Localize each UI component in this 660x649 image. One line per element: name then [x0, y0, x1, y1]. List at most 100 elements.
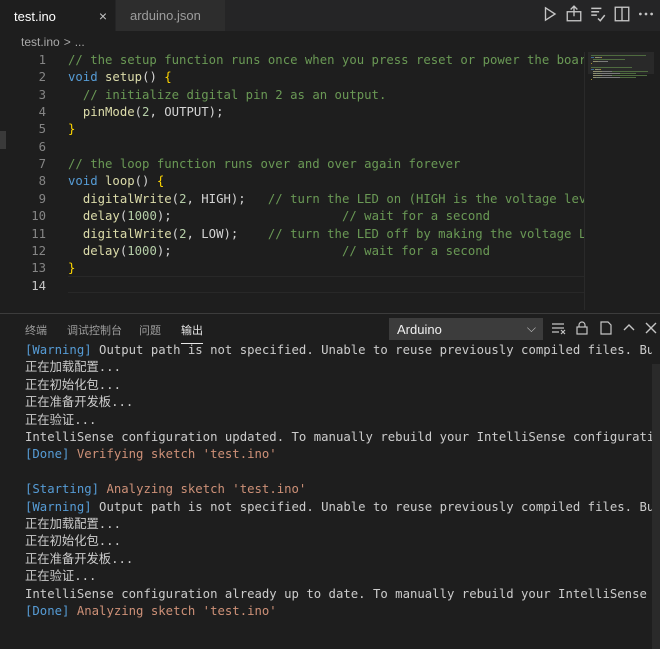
code-line: 11 digitalWrite(2, LOW); // turn the LED…: [6, 226, 584, 243]
minimap-line: [591, 69, 594, 70]
line-number: 11: [31, 226, 46, 241]
split-editor-icon[interactable]: [613, 5, 631, 25]
code-text: }: [68, 121, 75, 138]
code-text: void setup() {: [68, 69, 172, 86]
verify-icon[interactable]: [589, 5, 607, 25]
tab-problems[interactable]: 问题: [139, 322, 161, 338]
code-token: 1000: [127, 243, 157, 258]
code-token: loop: [105, 174, 135, 189]
code-token: );: [156, 243, 342, 258]
line-number: 5: [38, 122, 46, 137]
tab-arduino-json[interactable]: arduino.json: [115, 0, 225, 31]
output-token: 正在加载配置...: [25, 360, 121, 375]
code-token: , LOW);: [186, 226, 268, 241]
code-text: delay(1000); // wait for a second: [68, 208, 490, 225]
output-token: [Warning]: [25, 344, 92, 357]
close-panel-icon[interactable]: [643, 320, 659, 336]
output-line: 正在准备开发板...: [25, 394, 133, 411]
code-token: 1000: [127, 209, 157, 224]
output-token: 正在验证...: [25, 569, 97, 584]
tab-debug-console[interactable]: 调试控制台: [67, 322, 122, 338]
code-line: 6: [6, 139, 584, 156]
line-number: 1: [38, 53, 46, 67]
code-token: (: [171, 226, 180, 241]
code-token: , HIGH);: [186, 191, 268, 206]
output-token: [Done]: [25, 447, 70, 462]
tab-label: arduino.json: [130, 8, 201, 23]
minimap-line: [591, 63, 592, 64]
output-line: 正在加载配置...: [25, 516, 121, 533]
line-number: 14: [31, 278, 46, 293]
output-token: [Starting]: [25, 482, 100, 497]
code-token: {: [156, 174, 165, 189]
code-text: digitalWrite(2, LOW); // turn the LED of…: [68, 226, 584, 243]
code-line: 2 void setup() {: [6, 69, 584, 86]
minimap-line: [619, 77, 636, 78]
line-number: 12: [31, 243, 46, 258]
line-number: 4: [38, 105, 46, 120]
code-token: {: [164, 70, 172, 85]
code-line: 5}: [6, 121, 584, 138]
output-line: [Done] Analyzing sketch 'test.ino': [25, 603, 277, 620]
output-channel-select[interactable]: Arduino ⌵: [389, 318, 543, 340]
code-text: }: [68, 260, 75, 277]
code-token: pinMode: [82, 105, 135, 120]
output-line: 正在初始化包...: [25, 377, 121, 394]
minimap-line: [612, 71, 649, 72]
output-line: [Starting] Analyzing sketch 'test.ino': [25, 481, 306, 498]
breadcrumb-more[interactable]: ...: [75, 35, 85, 49]
tab-test-ino[interactable]: test.ino ×: [0, 0, 115, 31]
output-token: Analyzing sketch 'test.ino': [69, 604, 277, 618]
code-token: setup: [105, 70, 143, 85]
breadcrumb-separator: >: [63, 35, 71, 49]
minimap[interactable]: [584, 52, 660, 310]
breadcrumb-file[interactable]: test.ino: [21, 35, 60, 49]
more-icon[interactable]: [637, 5, 655, 25]
output-line: 正在初始化包...: [25, 533, 121, 550]
code-editor[interactable]: 1 // the setup function runs once when yo…: [6, 52, 584, 310]
code-line: 13}: [6, 260, 584, 277]
output-token: 正在验证...: [25, 412, 97, 427]
code-token: (: [134, 105, 143, 120]
code-token: // initialize digital pin 2 as an output…: [82, 87, 387, 102]
code-token: digitalWrite: [82, 226, 172, 241]
output-log[interactable]: [Warning] Output path is not specified. …: [0, 344, 652, 649]
code-token: );: [156, 209, 342, 224]
output-token: Analyzing sketch 'test.ino': [99, 482, 307, 497]
code-line: 3 // initialize digital pin 2 as an outp…: [6, 87, 584, 104]
code-line: 14: [6, 278, 584, 295]
output-line: [Done] Verifying sketch 'test.ino': [25, 446, 277, 463]
line-number: 2: [38, 70, 46, 85]
output-line: 正在验证...: [25, 568, 96, 585]
tab-output[interactable]: 输出: [181, 322, 203, 344]
tab-terminal[interactable]: 终端: [25, 322, 47, 338]
output-channel-value: Arduino: [397, 321, 442, 337]
code-text: void loop() {: [68, 173, 164, 190]
code-text: // the setup function runs once when you…: [68, 52, 584, 69]
code-line: 4 pinMode(2, OUTPUT);: [6, 104, 584, 121]
code-token: void: [68, 174, 98, 189]
chevron-up-icon[interactable]: [621, 320, 637, 336]
upload-icon[interactable]: [565, 5, 583, 25]
lock-icon[interactable]: [574, 320, 590, 336]
output-token: IntelliSense configuration updated. To m…: [25, 430, 652, 444]
close-icon[interactable]: ×: [99, 8, 107, 24]
line-number: 3: [38, 87, 46, 102]
code-text: delay(1000); // wait for a second: [68, 243, 490, 260]
code-token: (: [171, 191, 180, 206]
output-scrollbar[interactable]: [652, 364, 660, 649]
run-icon[interactable]: [541, 5, 559, 25]
code-token: (): [142, 70, 165, 85]
minimap-line: [591, 55, 646, 56]
code-token: digitalWrite: [82, 191, 172, 206]
code-line: 1 // the setup function runs once when yo…: [6, 52, 584, 69]
output-line: [Warning] Output path is not specified. …: [25, 344, 652, 359]
clear-output-icon[interactable]: [550, 320, 566, 336]
minimap-line: [600, 77, 621, 78]
open-log-icon[interactable]: [598, 320, 614, 336]
